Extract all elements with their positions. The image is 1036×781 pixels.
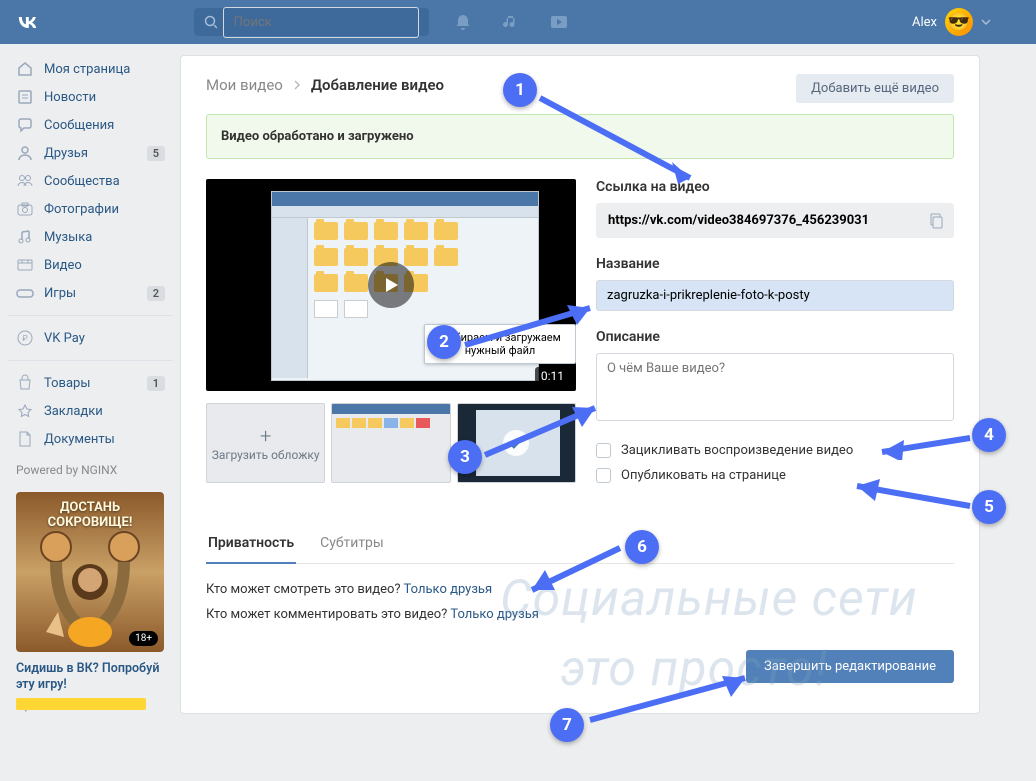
chevron-right-icon	[293, 79, 301, 91]
marker-1: 1	[503, 73, 537, 107]
sidebar-item-photos[interactable]: Фотографии	[8, 195, 173, 223]
sidebar-item-my-page[interactable]: Моя страница	[8, 55, 173, 83]
thumbnail-1[interactable]	[331, 403, 450, 483]
header-icons	[454, 13, 568, 31]
sidebar-item-friends[interactable]: Друзья5	[8, 139, 173, 167]
breadcrumb-root[interactable]: Мои видео	[206, 76, 283, 94]
sidebar-item-news[interactable]: Новости	[8, 83, 173, 111]
sidebar-item-games[interactable]: Игры2	[8, 279, 173, 307]
sidebar-item-music[interactable]: Музыка	[8, 223, 173, 251]
promo-title[interactable]: Сидишь в ВК? Попробуй эту игру!	[8, 657, 173, 698]
desc-label: Описание	[596, 329, 954, 345]
username: Alex	[912, 15, 937, 30]
search-input[interactable]	[223, 7, 419, 38]
description-input[interactable]	[596, 353, 954, 421]
promo-footer	[16, 698, 146, 710]
add-more-video-button[interactable]: Добавить ещё видео	[796, 74, 954, 103]
sidebar-item-docs[interactable]: Документы	[8, 425, 173, 453]
sidebar-item-vkpay[interactable]: ₽VK Pay	[8, 324, 173, 352]
marker-3: 3	[448, 440, 482, 474]
privacy-comment-row: Кто может комментировать это видео? Толь…	[206, 607, 954, 622]
tab-subtitles[interactable]: Субтитры	[318, 523, 386, 563]
privacy-comment-link[interactable]: Только друзья	[450, 607, 539, 622]
tab-privacy[interactable]: Приватность	[206, 523, 296, 563]
sidebar: Моя страница Новости Сообщения Друзья5 С…	[8, 55, 173, 712]
sidebar-item-video[interactable]: Видео	[8, 251, 173, 279]
upload-cover-button[interactable]: + Загрузить обложку	[206, 403, 325, 483]
video-preview[interactable]: Выбираем и загружаем нужный файл 0:11	[206, 179, 576, 391]
play-icon[interactable]	[368, 262, 414, 308]
header: Alex 😎	[0, 0, 1036, 44]
marker-5: 5	[972, 490, 1006, 524]
marker-7: 7	[550, 708, 584, 742]
copy-icon[interactable]	[928, 213, 944, 229]
video-header-icon[interactable]	[550, 13, 568, 31]
vk-logo[interactable]	[15, 10, 39, 34]
sidebar-item-market[interactable]: Товары1	[8, 369, 173, 397]
avatar: 😎	[945, 8, 973, 36]
title-input[interactable]	[596, 280, 954, 311]
bell-icon[interactable]	[454, 13, 472, 31]
finish-editing-button[interactable]: Завершить редактирование	[746, 650, 954, 683]
search-box[interactable]	[194, 8, 429, 36]
title-label: Название	[596, 256, 954, 272]
sidebar-item-messages[interactable]: Сообщения	[8, 111, 173, 139]
chevron-down-icon	[981, 19, 991, 25]
promo-banner[interactable]: ДОСТАНЬ СОКРОВИЩЕ! 18+	[16, 492, 164, 652]
user-menu[interactable]: Alex 😎	[912, 8, 991, 36]
svg-text:₽: ₽	[22, 334, 28, 343]
sidebar-item-groups[interactable]: Сообщества	[8, 167, 173, 195]
music-header-icon[interactable]	[502, 13, 520, 31]
video-duration: 0:11	[535, 367, 570, 385]
breadcrumb-current: Добавление видео	[311, 76, 444, 94]
powered-by: Powered by NGINX	[8, 453, 173, 487]
video-link: https://vk.com/video384697376_456239031	[596, 203, 954, 238]
sidebar-item-bookmarks[interactable]: Закладки	[8, 397, 173, 425]
search-icon	[204, 15, 217, 29]
privacy-view-link[interactable]: Только друзья	[404, 582, 493, 597]
marker-4: 4	[972, 418, 1006, 452]
marker-6: 6	[625, 530, 659, 564]
marker-2: 2	[427, 325, 461, 359]
